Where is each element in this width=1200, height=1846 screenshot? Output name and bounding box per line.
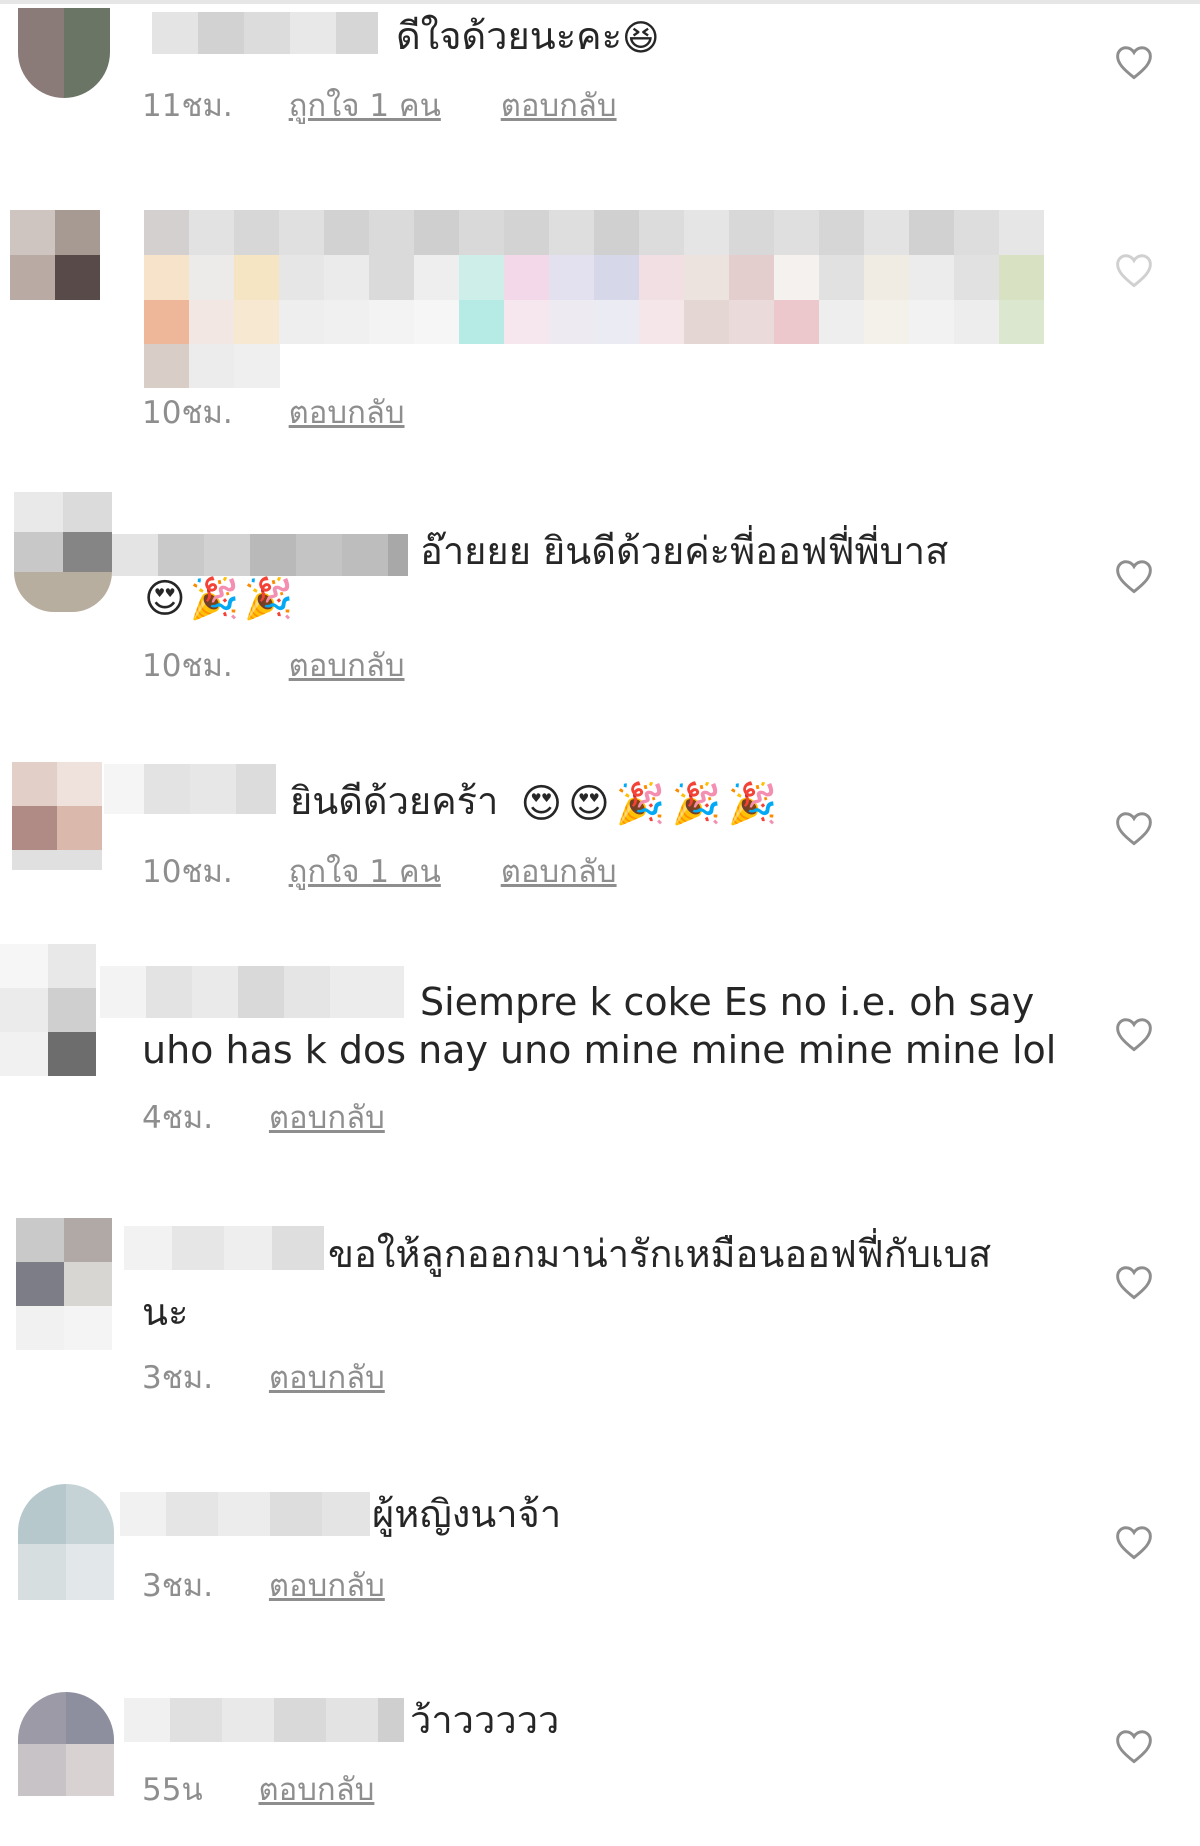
avatar[interactable] <box>18 1692 114 1796</box>
username[interactable] <box>124 1226 324 1270</box>
like-button[interactable] <box>1114 1016 1154 1052</box>
comment-meta: 3ชม. ตอบกลับ <box>142 1358 385 1398</box>
heart-outline-icon <box>1116 1526 1152 1560</box>
comment-text-content: ยินดีด้วยคร้า <box>290 779 499 823</box>
comment-meta: 11ชม. ถูกใจ 1 คน ตอบกลับ <box>142 86 617 126</box>
comment-time: 55น <box>142 1772 203 1808</box>
top-divider <box>0 0 1200 4</box>
comment-meta: 10ชม. ตอบกลับ <box>142 393 405 433</box>
reply-link[interactable]: ตอบกลับ <box>269 1566 385 1606</box>
avatar[interactable] <box>10 210 100 300</box>
username[interactable] <box>120 1492 370 1536</box>
comment-meta: 10ชม. ถูกใจ 1 คน ตอบกลับ <box>142 852 617 892</box>
comment-meta: 10ชม. ตอบกลับ <box>142 646 405 686</box>
comment-text-line2: uho has k dos nay uno mine mine mine min… <box>142 1028 1057 1072</box>
comment-time: 10ชม. <box>142 854 233 890</box>
avatar[interactable] <box>0 944 96 1076</box>
heart-outline-icon <box>1116 1730 1152 1764</box>
like-button[interactable] <box>1114 252 1154 288</box>
comment-meta: 4ชม. ตอบกลับ <box>142 1098 385 1138</box>
avatar[interactable] <box>16 1218 112 1350</box>
comment-text-content: ดีใจด้วยนะคะ <box>396 14 622 58</box>
reply-link[interactable]: ตอบกลับ <box>501 852 617 892</box>
username[interactable] <box>104 764 276 814</box>
likes-link[interactable]: ถูกใจ 1 คน <box>289 852 441 892</box>
comment-time: 11ชม. <box>142 88 233 124</box>
like-button[interactable] <box>1114 1524 1154 1560</box>
comment-text: ยินดีด้วยคร้า 😍😍🎉🎉🎉 <box>290 777 783 828</box>
username[interactable] <box>100 966 404 1018</box>
like-button[interactable] <box>1114 558 1154 594</box>
comment-time: 3ชม. <box>142 1360 214 1396</box>
heart-outline-icon <box>1116 46 1152 80</box>
comment-text: ผู้หญิงนาจ้า <box>372 1492 562 1536</box>
like-button[interactable] <box>1114 1728 1154 1764</box>
heart-eyes-party-popper-emojis: 😍🎉🎉 <box>144 575 298 622</box>
comment-text-pixelated <box>144 210 1044 344</box>
username[interactable] <box>112 534 408 576</box>
like-button[interactable] <box>1114 810 1154 846</box>
reply-link[interactable]: ตอบกลับ <box>259 1770 375 1810</box>
heart-outline-icon <box>1116 560 1152 594</box>
comment-text: ว้าววววว <box>410 1698 560 1742</box>
comment-time: 3ชม. <box>142 1568 214 1604</box>
comment-text-line1: Siempre k coke Es no i.e. oh say <box>420 980 1035 1024</box>
comment-meta: 3ชม. ตอบกลับ <box>142 1566 385 1606</box>
username[interactable] <box>152 12 378 54</box>
heart-outline-icon <box>1116 254 1152 288</box>
reply-link[interactable]: ตอบกลับ <box>289 646 405 686</box>
comment-text-line1: ขอให้ลูกออกมาน่ารักเหมือนออฟฟี่กับเบส <box>328 1232 992 1276</box>
comment-text-line2: นะ <box>142 1290 189 1334</box>
laughing-emoji: 😆 <box>622 17 660 59</box>
avatar[interactable] <box>18 8 110 98</box>
heart-outline-icon <box>1116 1018 1152 1052</box>
comment-text: ดีใจด้วยนะคะ😆 <box>396 12 660 63</box>
heart-eyes-party-popper-emojis: 😍😍🎉🎉🎉 <box>520 780 784 827</box>
heart-outline-icon <box>1116 812 1152 846</box>
comment-time: 4ชม. <box>142 1100 214 1136</box>
heart-outline-icon <box>1116 1266 1152 1300</box>
username[interactable] <box>124 1698 404 1742</box>
like-button[interactable] <box>1114 1264 1154 1300</box>
reply-link[interactable]: ตอบกลับ <box>269 1098 385 1138</box>
comment-text-pixelated-tail <box>144 344 280 388</box>
likes-link[interactable]: ถูกใจ 1 คน <box>289 86 441 126</box>
comment-time: 10ชม. <box>142 395 233 431</box>
avatar[interactable] <box>14 492 112 612</box>
reply-link[interactable]: ตอบกลับ <box>269 1358 385 1398</box>
comment-text: อ๊ายยย ยินดีด้วยค่ะพี่ออฟฟี่พี่บาส <box>420 529 949 573</box>
avatar[interactable] <box>18 1484 114 1600</box>
reply-link[interactable]: ตอบกลับ <box>289 393 405 433</box>
reply-link[interactable]: ตอบกลับ <box>501 86 617 126</box>
comment-emojis: 😍🎉🎉 <box>144 572 297 623</box>
avatar[interactable] <box>12 762 102 870</box>
like-button[interactable] <box>1114 44 1154 80</box>
comment-meta: 55น ตอบกลับ <box>142 1770 374 1810</box>
comment-time: 10ชม. <box>142 648 233 684</box>
